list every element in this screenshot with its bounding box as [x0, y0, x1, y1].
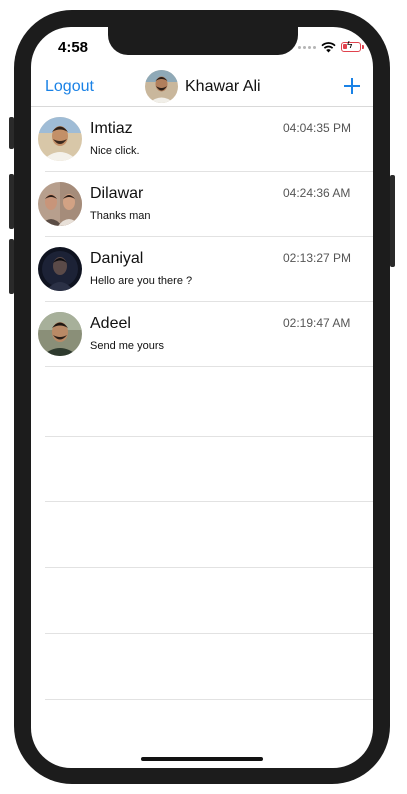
last-message: Nice click. [90, 145, 140, 157]
phone-screen: 4:58 ϟ Logout Khawar Ali Imtiaz 04:04:35… [31, 27, 373, 768]
conversation-row[interactable]: Imtiaz 04:04:35 PM Nice click. [31, 107, 373, 172]
contact-avatar [38, 117, 82, 161]
status-icons: ϟ [298, 40, 364, 54]
last-message: Send me yours [90, 340, 164, 352]
contact-name: Adeel [90, 315, 131, 332]
contact-avatar [38, 182, 82, 226]
plus-icon[interactable] [343, 77, 361, 95]
message-time: 04:24:36 AM [283, 186, 351, 200]
status-time: 4:58 [58, 39, 89, 56]
conversation-list: Imtiaz 04:04:35 PM Nice click. Dilawar 0… [31, 107, 373, 367]
contact-name: Imtiaz [90, 120, 133, 137]
power-button [390, 175, 395, 267]
logout-button[interactable]: Logout [45, 78, 94, 96]
profile-name: Khawar Ali [185, 77, 261, 95]
conversation-row[interactable]: Dilawar 04:24:36 AM Thanks man [31, 172, 373, 237]
empty-row-divider [45, 501, 373, 502]
navigation-bar: Logout Khawar Ali [31, 69, 373, 107]
contact-name: Dilawar [90, 185, 144, 202]
profile-header: Khawar Ali [145, 70, 261, 103]
last-message: Hello are you there ? [90, 275, 193, 287]
notch [108, 27, 298, 55]
contact-avatar [38, 312, 82, 356]
message-time: 02:19:47 AM [283, 316, 351, 330]
battery-icon: ϟ [341, 41, 364, 52]
wifi-icon [321, 41, 336, 52]
profile-avatar[interactable] [145, 70, 178, 103]
empty-row-divider [45, 567, 373, 568]
contact-name: Daniyal [90, 250, 144, 267]
empty-row-divider [45, 633, 373, 634]
row-divider [45, 366, 373, 367]
home-indicator[interactable] [141, 757, 263, 761]
last-message: Thanks man [90, 210, 151, 222]
conversation-row[interactable]: Adeel 02:19:47 AM Send me yours [31, 302, 373, 367]
message-time: 04:04:35 PM [283, 121, 352, 135]
contact-avatar [38, 247, 82, 291]
empty-row-divider [45, 699, 373, 700]
empty-row-divider [45, 436, 373, 437]
conversation-row[interactable]: Daniyal 02:13:27 PM Hello are you there … [31, 237, 373, 302]
signal-dots-icon [298, 45, 316, 49]
message-time: 02:13:27 PM [283, 251, 352, 265]
